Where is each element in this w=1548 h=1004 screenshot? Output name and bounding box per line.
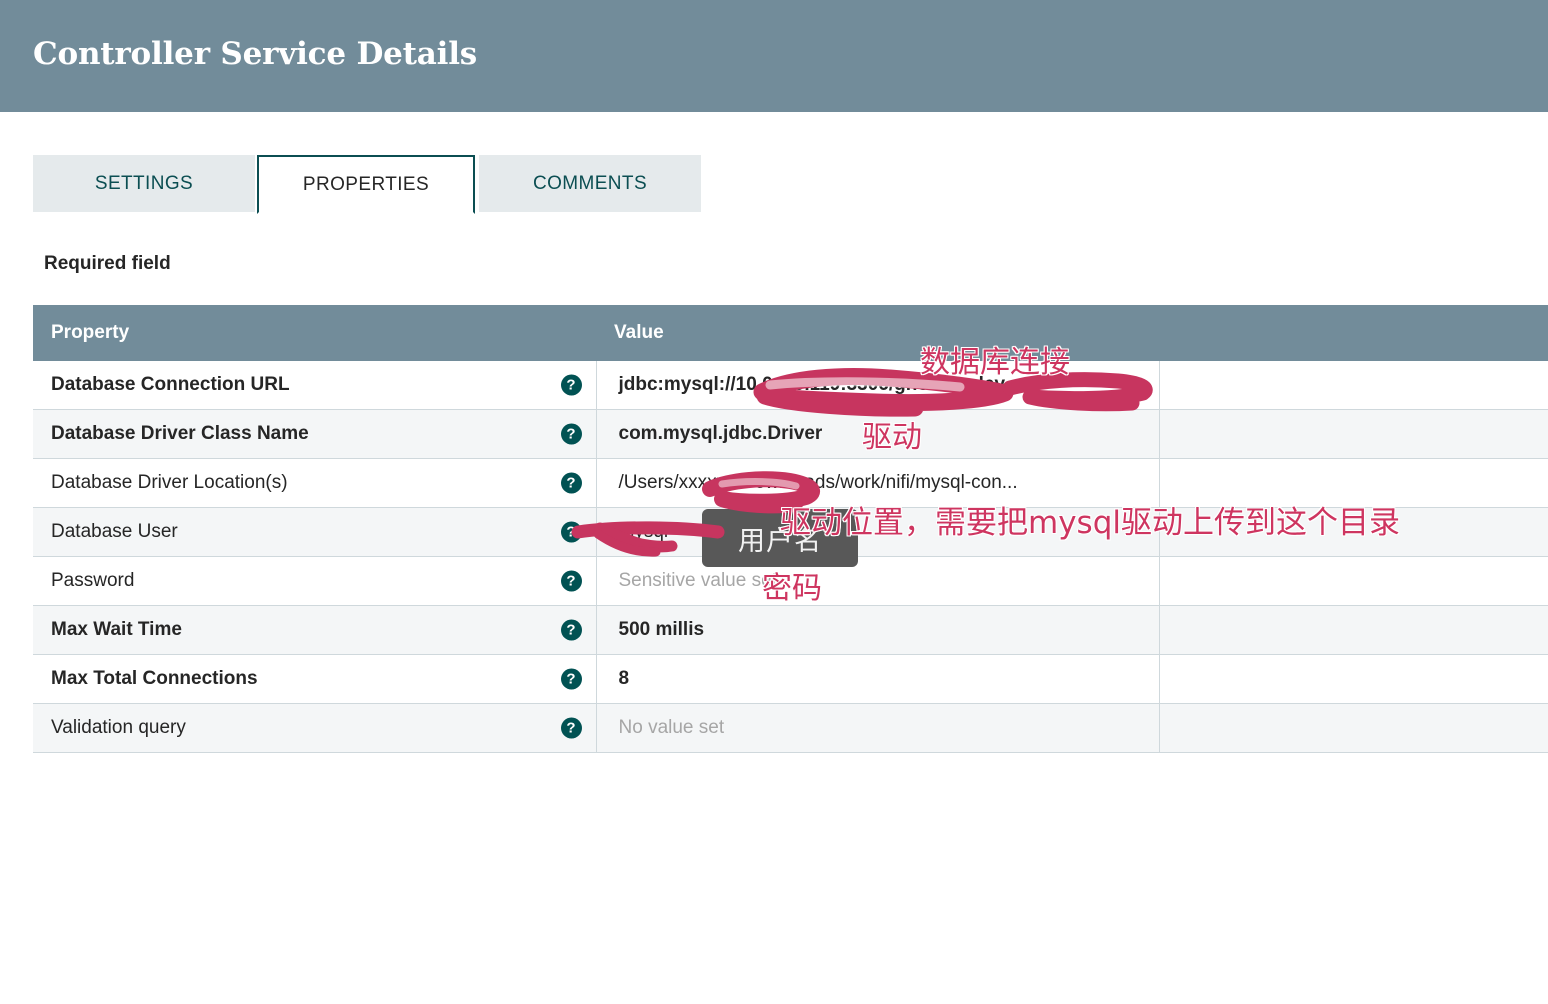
- property-value: 500 millis: [618, 619, 705, 640]
- column-header-value: Value: [596, 305, 1159, 361]
- property-value-cell[interactable]: mysql: [596, 507, 1160, 557]
- tab-properties[interactable]: PROPERTIES: [257, 155, 475, 214]
- tab-properties-label: PROPERTIES: [302, 173, 430, 195]
- property-row-spacer-cell: [1159, 458, 1548, 508]
- help-icon[interactable]: ?: [560, 423, 582, 445]
- help-icon[interactable]: ?: [560, 619, 582, 641]
- help-icon[interactable]: ?: [560, 374, 582, 396]
- property-name: Validation query: [51, 717, 186, 738]
- help-icon[interactable]: ?: [560, 668, 582, 690]
- property-name-cell: Database Driver Location(s)?: [33, 458, 597, 508]
- property-value: 8: [618, 668, 630, 689]
- tab-settings-label: SETTINGS: [94, 172, 194, 194]
- property-name: Database Driver Location(s): [51, 472, 288, 493]
- property-name-cell: Max Total Connections?: [33, 654, 597, 704]
- help-icon[interactable]: ?: [560, 570, 582, 592]
- property-value: Sensitive value set: [618, 570, 777, 591]
- help-icon[interactable]: ?: [560, 521, 582, 543]
- property-value-cell[interactable]: 8: [596, 654, 1160, 704]
- help-icon[interactable]: ?: [560, 717, 582, 739]
- property-value: jdbc:mysql://10.0.0.0.119:3306/ghouse_de…: [618, 374, 1006, 395]
- property-row-spacer-cell: [1159, 409, 1548, 459]
- table-header: Property Value: [33, 305, 1548, 361]
- property-value-cell[interactable]: /Users/xxxxxx/Downloads/work/nifi/mysql-…: [596, 458, 1160, 508]
- column-header-property: Property: [33, 305, 596, 361]
- property-name: Database Connection URL: [51, 374, 290, 395]
- column-header-spacer: [1159, 305, 1548, 361]
- property-value: No value set: [618, 717, 725, 738]
- property-name-cell: Validation query?: [33, 703, 597, 753]
- property-name: Database User: [51, 521, 178, 542]
- property-value: com.mysql.jdbc.Driver: [618, 423, 823, 444]
- tab-comments-label: COMMENTS: [532, 172, 648, 194]
- property-name-cell: Database Driver Class Name?: [33, 409, 597, 459]
- property-value-cell[interactable]: 500 millis: [596, 605, 1160, 655]
- table-row[interactable]: Max Wait Time? 500 millis: [33, 605, 1548, 655]
- help-icon[interactable]: ?: [560, 472, 582, 494]
- property-value-cell[interactable]: com.mysql.jdbc.Driver: [596, 409, 1160, 459]
- table-header-row: Property Value: [33, 305, 1548, 361]
- property-name: Password: [51, 570, 135, 591]
- tab-comments[interactable]: COMMENTS: [479, 155, 701, 212]
- page-title: Controller Service Details: [33, 36, 478, 72]
- property-row-spacer-cell: [1159, 361, 1548, 410]
- property-value-cell[interactable]: No value set: [596, 703, 1160, 753]
- property-value: mysql: [618, 521, 669, 542]
- property-row-spacer-cell: [1159, 556, 1548, 606]
- property-name: Max Wait Time: [51, 619, 182, 640]
- table-row[interactable]: Database Driver Class Name? com.mysql.jdb…: [33, 409, 1548, 459]
- property-row-spacer-cell: [1159, 654, 1548, 704]
- property-row-spacer-cell: [1159, 703, 1548, 753]
- property-name: Database Driver Class Name: [51, 423, 309, 444]
- required-field-legend: Required field: [44, 253, 171, 274]
- property-name-cell: Database User?: [33, 507, 597, 557]
- property-name-cell: Password?: [33, 556, 597, 606]
- tooltip-text: 用户名: [738, 525, 822, 557]
- table-row[interactable]: Database Connection URL? jdbc:mysql://10.…: [33, 361, 1548, 410]
- property-name-cell: Database Connection URL?: [33, 361, 597, 410]
- tab-settings[interactable]: SETTINGS: [33, 155, 255, 212]
- property-name-cell: Max Wait Time?: [33, 605, 597, 655]
- property-value-cell[interactable]: jdbc:mysql://10.0.0.0.119:3306/ghouse_de…: [596, 361, 1160, 410]
- property-row-spacer-cell: [1159, 507, 1548, 557]
- property-value-cell[interactable]: Sensitive value set: [596, 556, 1160, 606]
- property-row-spacer-cell: [1159, 605, 1548, 655]
- table-row[interactable]: Max Total Connections? 8: [33, 654, 1548, 704]
- property-name: Max Total Connections: [51, 668, 258, 689]
- property-value: /Users/xxxxxx/Downloads/work/nifi/mysql-…: [618, 472, 1018, 493]
- tooltip-username: 用户名: [702, 509, 858, 567]
- table-row[interactable]: Database Driver Location(s)? /Users/xxxxx…: [33, 458, 1548, 508]
- tab-strip: SETTINGS PROPERTIES COMMENTS: [0, 155, 1548, 369]
- app-header: Controller Service Details: [0, 0, 1548, 112]
- table-row[interactable]: Validation query? No value set: [33, 703, 1548, 753]
